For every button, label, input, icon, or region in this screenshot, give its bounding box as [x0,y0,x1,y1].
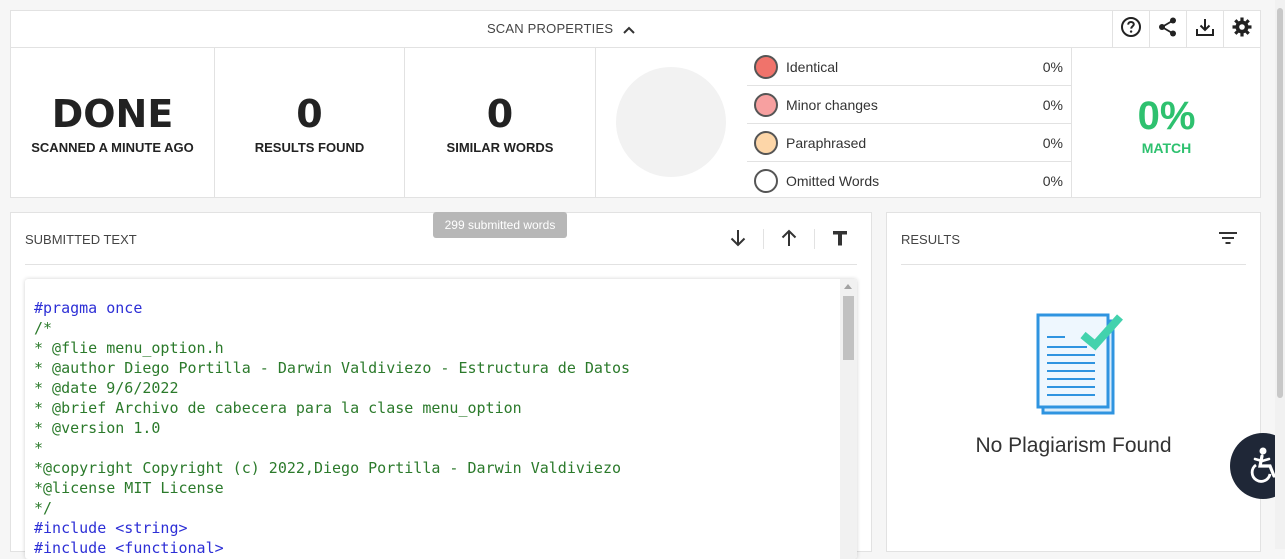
legend-percent: 0% [1042,97,1063,113]
match-label: MATCH [1141,140,1192,156]
legend-row-omitted-words: Omitted Words 0% [747,162,1071,200]
similar-words-label: SIMILAR WORDS [446,140,554,155]
code-line: #pragma once [34,299,143,317]
submitted-words-tooltip: 299 submitted words [433,212,567,238]
submitted-text-title: SUBMITTED TEXT [25,232,137,247]
document-check-icon [1035,311,1127,419]
legend-row-identical: Identical 0% [747,48,1071,86]
toolbar-divider [763,229,764,249]
help-icon [1120,16,1142,43]
code-line: #include <functional> [34,539,224,557]
next-match-button[interactable] [725,227,751,253]
scan-properties-toggle[interactable]: SCAN PROPERTIES [11,21,1111,37]
code-line: /* [34,319,53,337]
results-panel: RESULTS No Plagiarism Found [886,212,1261,552]
settings-icon [1231,16,1253,43]
omitted-words-color-dot [754,169,778,193]
results-found-cell: 0 RESULTS FOUND [215,48,405,198]
code-line: * @date 9/6/2022 [34,379,179,397]
download-icon [1194,16,1216,43]
panel-divider [25,264,857,265]
legend-percent: 0% [1042,135,1063,151]
text-scrollbar[interactable] [840,279,857,559]
code-line: */ [34,499,53,517]
match-donut-chart [616,67,726,177]
arrow-up-icon [779,228,799,253]
match-percent: 0% [1137,94,1196,138]
legend-row-minor-changes: Minor changes 0% [747,86,1071,124]
identical-color-dot [754,55,778,79]
chevron-up-icon [623,22,635,37]
text-format-icon [831,229,849,252]
legend-name: Paraphrased [786,135,867,151]
code-line: * @brief Archivo de cabecera para la cla… [34,399,522,417]
code-line: *@copyright Copyright (c) 2022,Diego Por… [34,459,621,477]
match-cell: 0% MATCH [1071,48,1261,198]
share-button[interactable] [1149,11,1186,48]
download-button[interactable] [1186,11,1223,48]
submitted-text-viewer[interactable]: #pragma once /* * @flie menu_option.h * @au… [25,279,857,559]
scan-status-label: SCANNED A MINUTE AGO [31,140,194,155]
code-line: *@license MIT License [34,479,224,497]
scan-properties-panel: SCAN PROPERTIES DONE SCANNED A MINUTE AG… [10,10,1261,198]
similar-words-cell: 0 SIMILAR WORDS [405,48,596,198]
code-line: * @version 1.0 [34,419,161,437]
minor-changes-color-dot [754,93,778,117]
text-format-button[interactable] [827,227,853,253]
code-line: * @author Diego Portilla - Darwin Valdiv… [34,359,631,377]
legend-name: Minor changes [786,97,878,113]
panel-divider [901,264,1246,265]
scroll-up-arrow[interactable] [844,284,852,289]
toolbar-divider [814,229,815,249]
scrollbar-thumb[interactable] [843,296,854,360]
results-title: RESULTS [901,232,960,247]
scan-properties-title: SCAN PROPERTIES [486,21,614,36]
results-found-value: 0 [296,92,323,136]
legend-name: Omitted Words [786,173,880,189]
scan-status-value: DONE [51,92,174,136]
help-button[interactable] [1112,11,1149,48]
settings-button[interactable] [1223,11,1260,48]
legend-percent: 0% [1042,173,1063,189]
page-scrollbar[interactable] [1275,0,1285,549]
share-icon [1157,16,1179,43]
arrow-down-icon [728,228,748,253]
code-line: * @flie menu_option.h [34,339,224,357]
code-line: #include <string> [34,519,188,537]
no-plagiarism-message: No Plagiarism Found [975,434,1172,457]
scan-status-cell: DONE SCANNED A MINUTE AGO [11,48,215,198]
page-scrollbar-thumb[interactable] [1277,8,1283,398]
legend-percent: 0% [1042,59,1063,75]
paraphrased-color-dot [754,131,778,155]
code-line: * [34,439,44,457]
previous-match-button[interactable] [776,227,802,253]
results-found-label: RESULTS FOUND [254,140,365,155]
similar-words-value: 0 [486,92,514,136]
filter-button[interactable] [1217,229,1239,251]
submitted-text-panel: SUBMITTED TEXT #pragma once /* * @flie men… [10,212,872,559]
legend-row-paraphrased: Paraphrased 0% [747,124,1071,162]
legend-name: Identical [786,59,839,75]
filter-icon [1218,231,1238,250]
submitted-code: #pragma once /* * @flie menu_option.h * @au… [34,298,630,558]
scan-properties-header: SCAN PROPERTIES [11,11,1260,48]
